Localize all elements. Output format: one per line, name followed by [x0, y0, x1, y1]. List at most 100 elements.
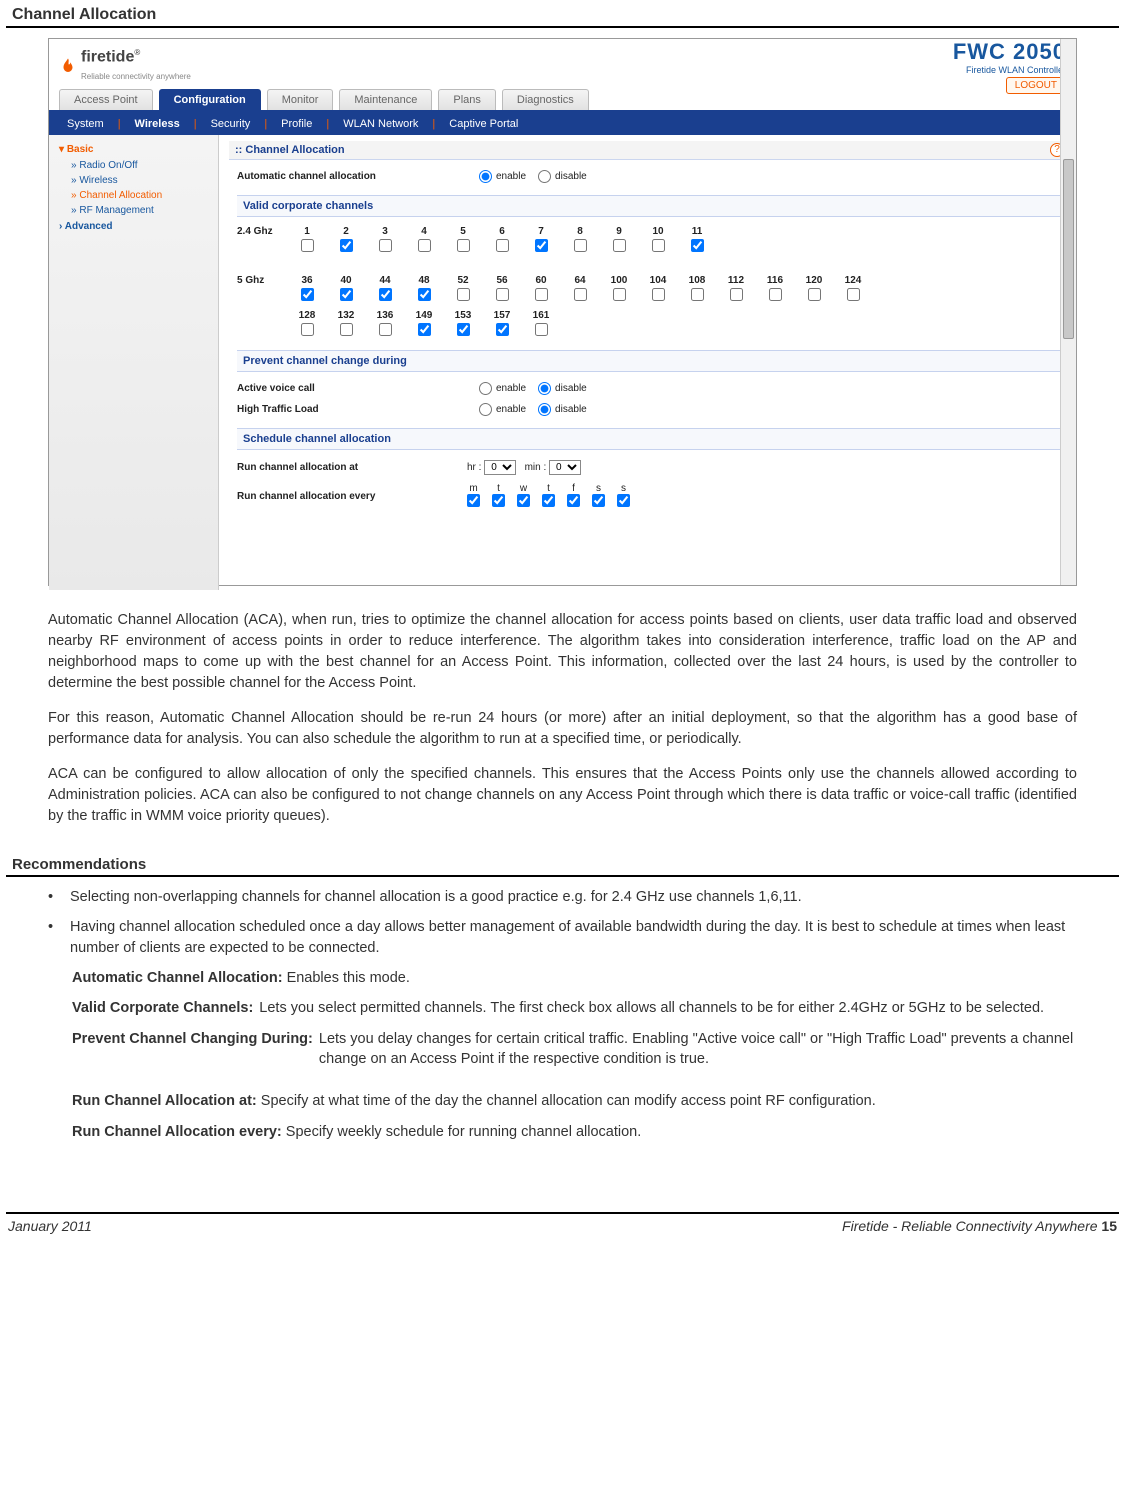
channel-checkbox[interactable] — [652, 288, 665, 301]
channel-col: 116 — [756, 275, 794, 304]
channel-checkbox[interactable] — [535, 288, 548, 301]
day-col: f — [567, 483, 580, 510]
paragraph-3: ACA can be configured to allow allocatio… — [48, 764, 1077, 827]
prevent-label: Active voice call — [237, 383, 467, 394]
tab-plans[interactable]: Plans — [438, 89, 496, 110]
channel-checkbox[interactable] — [457, 288, 470, 301]
enable-label: enable — [496, 171, 526, 182]
band-24-list: 1234567891011 — [288, 226, 928, 255]
channel-checkbox[interactable] — [418, 288, 431, 301]
band-5-label: 5 Ghz — [237, 275, 287, 286]
channel-checkbox[interactable] — [379, 288, 392, 301]
channel-number: 5 — [444, 226, 482, 237]
channel-col: 132 — [327, 310, 365, 339]
sidegroup-basic[interactable]: ▾ Basic — [49, 141, 218, 158]
day-col: t — [542, 483, 555, 510]
subnav-profile[interactable]: Profile — [277, 118, 316, 130]
prevent-enable-radio[interactable] — [479, 382, 492, 395]
channel-checkbox[interactable] — [574, 288, 587, 301]
channel-checkbox[interactable] — [613, 288, 626, 301]
run-at-label: Run channel allocation at — [237, 462, 467, 473]
prevent-disable-radio[interactable] — [538, 403, 551, 416]
channel-checkbox[interactable] — [574, 239, 587, 252]
subnav-security[interactable]: Security — [207, 118, 255, 130]
channel-col: 44 — [366, 275, 404, 304]
channel-checkbox[interactable] — [847, 288, 860, 301]
channel-checkbox[interactable] — [301, 323, 314, 336]
side-channel-allocation[interactable]: » Channel Allocation — [49, 188, 218, 203]
side-wireless[interactable]: » Wireless — [49, 173, 218, 188]
channel-number: 9 — [600, 226, 638, 237]
channel-col: 11 — [678, 226, 716, 255]
scrollbar[interactable] — [1060, 39, 1076, 585]
day-col: w — [517, 483, 530, 510]
channel-checkbox[interactable] — [340, 239, 353, 252]
side-radio-onoff[interactable]: » Radio On/Off — [49, 158, 218, 173]
tab-diagnostics[interactable]: Diagnostics — [502, 89, 589, 110]
channel-checkbox[interactable] — [418, 239, 431, 252]
day-checkbox[interactable] — [467, 494, 480, 507]
channel-checkbox[interactable] — [691, 288, 704, 301]
day-checkbox[interactable] — [567, 494, 580, 507]
channel-checkbox[interactable] — [808, 288, 821, 301]
channel-checkbox[interactable] — [535, 239, 548, 252]
channel-checkbox[interactable] — [730, 288, 743, 301]
tab-maintenance[interactable]: Maintenance — [339, 89, 432, 110]
subnav-wlan-network[interactable]: WLAN Network — [339, 118, 422, 130]
product-block: FWC 2050 Firetide WLAN Controller LOGOUT — [953, 39, 1066, 94]
channel-checkbox[interactable] — [652, 239, 665, 252]
channel-number: 3 — [366, 226, 404, 237]
channel-checkbox[interactable] — [301, 239, 314, 252]
channel-number: 116 — [756, 275, 794, 286]
channel-number: 44 — [366, 275, 404, 286]
subnav-captive-portal[interactable]: Captive Portal — [445, 118, 522, 130]
day-checkbox[interactable] — [617, 494, 630, 507]
prevent-disable-radio[interactable] — [538, 382, 551, 395]
side-rf-management[interactable]: » RF Management — [49, 203, 218, 218]
min-select[interactable]: 0 — [549, 460, 581, 475]
day-col: s — [592, 483, 605, 510]
channel-checkbox[interactable] — [769, 288, 782, 301]
days-row: mtwtfss — [467, 483, 630, 510]
day-checkbox[interactable] — [542, 494, 555, 507]
product-title: FWC 2050 — [953, 39, 1066, 65]
sidegroup-advanced[interactable]: › Advanced — [49, 218, 218, 235]
channel-col: 52 — [444, 275, 482, 304]
channel-checkbox[interactable] — [418, 323, 431, 336]
channel-checkbox[interactable] — [379, 239, 392, 252]
channel-number: 2 — [327, 226, 365, 237]
tab-access-point[interactable]: Access Point — [59, 89, 153, 110]
day-checkbox[interactable] — [517, 494, 530, 507]
channel-checkbox[interactable] — [535, 323, 548, 336]
logout-button[interactable]: LOGOUT — [1006, 77, 1066, 94]
panel-header: :: Channel Allocation ? — [229, 141, 1070, 160]
channel-checkbox[interactable] — [340, 288, 353, 301]
hr-select[interactable]: 0 — [484, 460, 516, 475]
channel-checkbox[interactable] — [496, 288, 509, 301]
tab-monitor[interactable]: Monitor — [267, 89, 334, 110]
prevent-heading: Prevent channel change during — [237, 350, 1062, 372]
channel-checkbox[interactable] — [379, 323, 392, 336]
channel-col: 136 — [366, 310, 404, 339]
channel-checkbox[interactable] — [301, 288, 314, 301]
subnav-system[interactable]: System — [63, 118, 108, 130]
channel-checkbox[interactable] — [457, 323, 470, 336]
channel-col: 157 — [483, 310, 521, 339]
paragraph-2: For this reason, Automatic Channel Alloc… — [48, 708, 1077, 750]
channel-checkbox[interactable] — [457, 239, 470, 252]
prevent-enable-radio[interactable] — [479, 403, 492, 416]
subnav-wireless[interactable]: Wireless — [131, 118, 184, 130]
scroll-thumb[interactable] — [1063, 159, 1074, 339]
channel-col: 10 — [639, 226, 677, 255]
channel-checkbox[interactable] — [613, 239, 626, 252]
auto-alloc-disable-radio[interactable] — [538, 170, 551, 183]
channel-checkbox[interactable] — [496, 239, 509, 252]
channel-checkbox[interactable] — [340, 323, 353, 336]
auto-alloc-enable-radio[interactable] — [479, 170, 492, 183]
day-checkbox[interactable] — [592, 494, 605, 507]
tab-configuration[interactable]: Configuration — [159, 89, 261, 110]
channel-checkbox[interactable] — [691, 239, 704, 252]
channel-checkbox[interactable] — [496, 323, 509, 336]
day-checkbox[interactable] — [492, 494, 505, 507]
schedule-heading: Schedule channel allocation — [237, 428, 1062, 450]
